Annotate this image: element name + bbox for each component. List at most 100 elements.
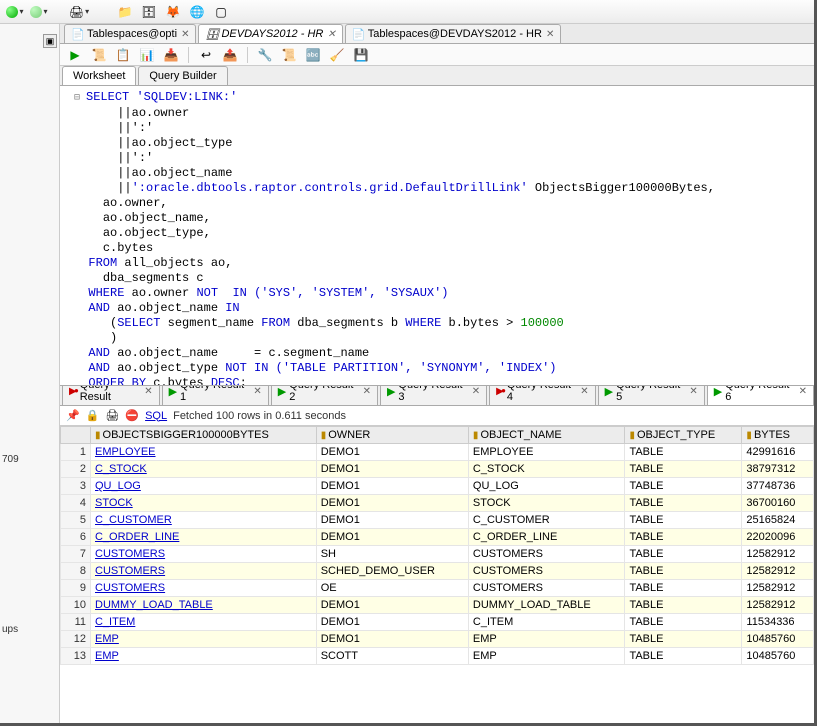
print-result-icon[interactable]: 🖨 bbox=[105, 409, 119, 422]
table-row[interactable]: 7 CUSTOMERS SH CUSTOMERS TABLE 12582912 bbox=[61, 546, 814, 563]
cell-owner: DEMO1 bbox=[316, 631, 468, 648]
result-grid[interactable]: ▮OBJECTSBIGGER100000BYTES▮OWNER▮OBJECT_N… bbox=[60, 426, 814, 723]
row-number: 11 bbox=[61, 614, 91, 631]
lock-icon[interactable]: 🔒 bbox=[86, 409, 100, 422]
autotrace-button[interactable]: 📊 bbox=[138, 46, 156, 64]
close-icon[interactable]: ✕ bbox=[181, 29, 189, 40]
sidebar-text-2: ups bbox=[2, 624, 18, 635]
cell-link[interactable]: CUSTOMERS bbox=[91, 546, 317, 563]
cell-link[interactable]: STOCK bbox=[91, 495, 317, 512]
cell-link[interactable]: DUMMY_LOAD_TABLE bbox=[91, 597, 317, 614]
cell-owner: DEMO1 bbox=[316, 478, 468, 495]
rollback-button[interactable]: ↩ bbox=[197, 46, 215, 64]
clear-button[interactable]: 🧹 bbox=[328, 46, 346, 64]
table-row[interactable]: 13 EMP SCOTT EMP TABLE 10485760 bbox=[61, 648, 814, 665]
tab-tablespaces-opti[interactable]: 📄Tablespaces@opti✕ bbox=[64, 24, 196, 43]
tab-query-builder[interactable]: Query Builder bbox=[138, 66, 227, 85]
run-script-button[interactable]: 📜 bbox=[90, 46, 108, 64]
row-number: 9 bbox=[61, 580, 91, 597]
window-icon[interactable]: ▢ bbox=[212, 3, 230, 21]
close-icon[interactable]: ✕ bbox=[253, 386, 261, 397]
forward-button[interactable]: ▾ bbox=[30, 3, 48, 21]
cell-link[interactable]: C_ITEM bbox=[91, 614, 317, 631]
close-icon[interactable]: ✕ bbox=[472, 386, 480, 397]
sql-link[interactable]: SQL bbox=[145, 410, 167, 422]
table-row[interactable]: 12 EMP DEMO1 EMP TABLE 10485760 bbox=[61, 631, 814, 648]
table-row[interactable]: 11 C_ITEM DEMO1 C_ITEM TABLE 11534336 bbox=[61, 614, 814, 631]
sql-tuning-button[interactable]: 🔧 bbox=[256, 46, 274, 64]
table-row[interactable]: 1 EMPLOYEE DEMO1 EMPLOYEE TABLE 42991616 bbox=[61, 444, 814, 461]
cell-object-type: TABLE bbox=[625, 444, 742, 461]
row-number: 2 bbox=[61, 461, 91, 478]
cell-link[interactable]: QU_LOG bbox=[91, 478, 317, 495]
tab-devdays-hr[interactable]: 🗄DEVDAYS2012 - HR✕ bbox=[198, 24, 342, 43]
cell-link[interactable]: EMP bbox=[91, 631, 317, 648]
commit-button[interactable]: 📥 bbox=[162, 46, 180, 64]
cell-link[interactable]: EMP bbox=[91, 648, 317, 665]
cell-object-name: C_STOCK bbox=[468, 461, 625, 478]
column-header[interactable]: ▮OWNER bbox=[316, 427, 468, 444]
table-row[interactable]: 4 STOCK DEMO1 STOCK TABLE 36700160 bbox=[61, 495, 814, 512]
cell-link[interactable]: CUSTOMERS bbox=[91, 580, 317, 597]
column-header[interactable]: ▮OBJECT_TYPE bbox=[625, 427, 742, 444]
cell-object-type: TABLE bbox=[625, 529, 742, 546]
table-row[interactable]: 10 DUMMY_LOAD_TABLE DEMO1 DUMMY_LOAD_TAB… bbox=[61, 597, 814, 614]
close-icon[interactable]: ✕ bbox=[546, 29, 554, 40]
left-sidebar: ▣ 709 ups bbox=[0, 24, 60, 723]
table-row[interactable]: 2 C_STOCK DEMO1 C_STOCK TABLE 38797312 bbox=[61, 461, 814, 478]
result-toolbar: 📌 🔒 🖨 ⛔ SQL Fetched 100 rows in 0.611 se… bbox=[60, 406, 814, 426]
sql-history-button[interactable]: 📜 bbox=[280, 46, 298, 64]
db-icon[interactable]: 🗄 bbox=[140, 3, 158, 21]
cell-link[interactable]: CUSTOMERS bbox=[91, 563, 317, 580]
table-row[interactable]: 3 QU_LOG DEMO1 QU_LOG TABLE 37748736 bbox=[61, 478, 814, 495]
run-button[interactable]: ▶ bbox=[66, 46, 84, 64]
cell-object-name: EMPLOYEE bbox=[468, 444, 625, 461]
cell-bytes: 12582912 bbox=[742, 546, 814, 563]
cell-link[interactable]: EMPLOYEE bbox=[91, 444, 317, 461]
column-header[interactable]: ▮OBJECTSBIGGER100000BYTES bbox=[91, 427, 317, 444]
unshared-button[interactable]: 📤 bbox=[221, 46, 239, 64]
firefox-icon[interactable]: 🦊 bbox=[164, 3, 182, 21]
sql-editor[interactable]: ⊟ SELECT 'SQLDEV:LINK:' ||ao.owner ||':'… bbox=[60, 86, 814, 386]
table-row[interactable]: 5 C_CUSTOMER DEMO1 C_CUSTOMER TABLE 2516… bbox=[61, 512, 814, 529]
worksheet-sub-tabs: Worksheet Query Builder bbox=[60, 66, 814, 86]
row-number: 8 bbox=[61, 563, 91, 580]
collapse-sidebar-button[interactable]: ▣ bbox=[43, 34, 57, 48]
print-button[interactable]: 🖨▾ bbox=[70, 3, 88, 21]
close-icon[interactable]: ✕ bbox=[144, 386, 152, 397]
cell-link[interactable]: C_CUSTOMER bbox=[91, 512, 317, 529]
format-button[interactable]: 🔤 bbox=[304, 46, 322, 64]
play-icon: ▶ bbox=[387, 385, 395, 398]
column-header[interactable]: ▮BYTES bbox=[742, 427, 814, 444]
close-icon[interactable]: ✕ bbox=[327, 29, 335, 40]
close-icon[interactable]: ✕ bbox=[689, 386, 697, 397]
cell-object-name: CUSTOMERS bbox=[468, 546, 625, 563]
table-row[interactable]: 9 CUSTOMERS OE CUSTOMERS TABLE 12582912 bbox=[61, 580, 814, 597]
cell-link[interactable]: C_ORDER_LINE bbox=[91, 529, 317, 546]
folder-icon[interactable]: 📁 bbox=[116, 3, 134, 21]
cell-owner: DEMO1 bbox=[316, 529, 468, 546]
close-icon[interactable]: ✕ bbox=[580, 386, 588, 397]
ie-icon[interactable]: 🌐 bbox=[188, 3, 206, 21]
play-icon: ▶ bbox=[605, 385, 613, 398]
column-header[interactable]: ▮OBJECT_NAME bbox=[468, 427, 625, 444]
row-number: 4 bbox=[61, 495, 91, 512]
explain-button[interactable]: 📋 bbox=[114, 46, 132, 64]
worksheet-toolbar: ▶ 📜 📋 📊 📥 ↩ 📤 🔧 📜 🔤 🧹 💾 bbox=[60, 44, 814, 66]
play-icon: ▶ bbox=[169, 385, 177, 398]
cancel-icon[interactable]: ⛔ bbox=[125, 409, 139, 422]
close-icon[interactable]: ✕ bbox=[799, 386, 807, 397]
save-button[interactable]: 💾 bbox=[352, 46, 370, 64]
pin-icon[interactable]: 📌 bbox=[66, 409, 80, 422]
close-icon[interactable]: ✕ bbox=[363, 386, 371, 397]
cell-object-type: TABLE bbox=[625, 580, 742, 597]
cell-bytes: 10485760 bbox=[742, 631, 814, 648]
table-row[interactable]: 6 C_ORDER_LINE DEMO1 C_ORDER_LINE TABLE … bbox=[61, 529, 814, 546]
cell-owner: DEMO1 bbox=[316, 597, 468, 614]
cell-owner: SCOTT bbox=[316, 648, 468, 665]
cell-link[interactable]: C_STOCK bbox=[91, 461, 317, 478]
back-button[interactable]: ▾ bbox=[6, 3, 24, 21]
tab-worksheet[interactable]: Worksheet bbox=[62, 66, 136, 85]
tab-tablespaces-devdays[interactable]: 📄Tablespaces@DEVDAYS2012 - HR✕ bbox=[345, 24, 562, 43]
table-row[interactable]: 8 CUSTOMERS SCHED_DEMO_USER CUSTOMERS TA… bbox=[61, 563, 814, 580]
